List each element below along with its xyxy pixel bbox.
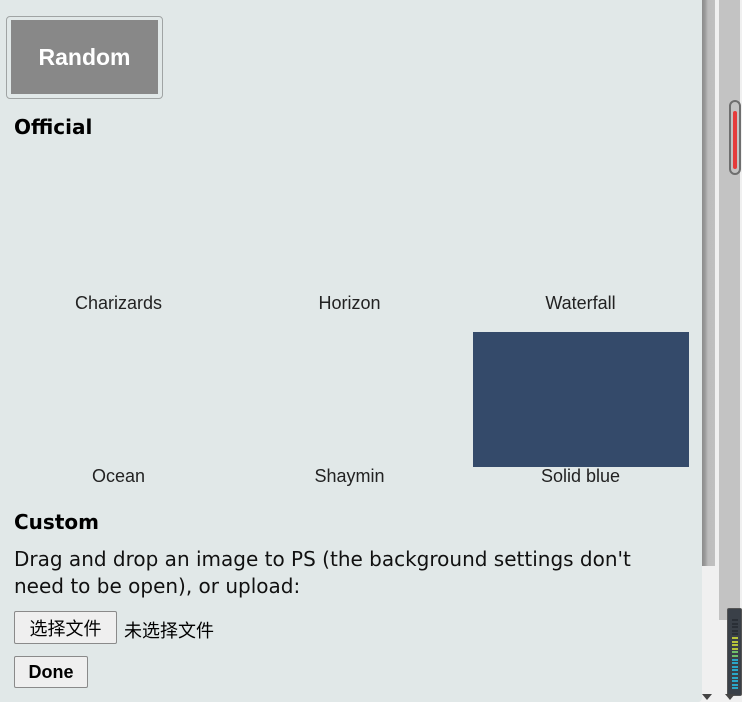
random-button[interactable]: Random (11, 20, 158, 94)
meter-segment (732, 640, 738, 643)
meter-segment (732, 637, 738, 639)
meter-segment (732, 669, 738, 672)
background-option-solid-blue[interactable]: Solid blue (465, 466, 696, 487)
page-scrollbar-track[interactable] (719, 0, 740, 620)
panel-scrollbar-thumb[interactable] (702, 0, 715, 566)
random-background-option[interactable]: Random (6, 16, 163, 99)
background-settings-panel: Random Official Charizards Horizon Water… (0, 0, 702, 702)
background-label: Ocean (91, 466, 146, 486)
meter-segment (732, 629, 738, 632)
background-label: Waterfall (545, 293, 616, 313)
custom-section-title: Custom (14, 510, 99, 534)
background-label: Solid blue (540, 466, 621, 486)
meter-segment (732, 655, 738, 657)
meter-segment (732, 658, 738, 661)
background-label: Horizon (318, 293, 381, 313)
choose-file-button[interactable]: 选择文件 (14, 611, 117, 644)
meter-segment (732, 644, 738, 647)
page-scrollbar-thumb[interactable] (729, 100, 741, 175)
meter-segment (732, 665, 738, 668)
background-option-horizon[interactable]: Horizon (234, 293, 465, 314)
done-button[interactable]: Done (14, 656, 88, 688)
meter-segment (732, 673, 738, 675)
meter-segment (732, 662, 738, 665)
thumb-accent (733, 111, 737, 169)
background-option-charizards[interactable]: Charizards (3, 293, 234, 314)
meter-segment (732, 647, 738, 650)
volume-meter-icon (727, 608, 742, 696)
background-label: Shaymin (314, 466, 385, 486)
meter-segment (732, 680, 738, 683)
background-label: Charizards (74, 293, 163, 313)
meter-segment (732, 651, 738, 654)
meter-segment (732, 687, 738, 690)
meter-segment (732, 619, 738, 621)
custom-description: Drag and drop an image to PS (the backgr… (14, 547, 631, 598)
meter-segment (732, 633, 738, 636)
background-option-shaymin[interactable]: Shaymin (234, 466, 465, 487)
file-status-text: 未选择文件 (124, 621, 214, 642)
background-option-waterfall[interactable]: Waterfall (465, 293, 696, 314)
background-option-ocean[interactable]: Ocean (3, 466, 234, 487)
meter-segment (732, 622, 738, 625)
meter-segment (732, 626, 738, 629)
meter-segment (732, 683, 738, 686)
official-section-title: Official (14, 115, 93, 139)
page-scrollbar[interactable] (719, 0, 742, 702)
scroll-down-arrow-icon[interactable] (702, 694, 712, 700)
scroll-down-arrow-icon[interactable] (725, 694, 735, 700)
solid-blue-swatch[interactable] (473, 332, 689, 467)
panel-scrollbar[interactable] (702, 0, 715, 702)
meter-segment (732, 676, 738, 679)
